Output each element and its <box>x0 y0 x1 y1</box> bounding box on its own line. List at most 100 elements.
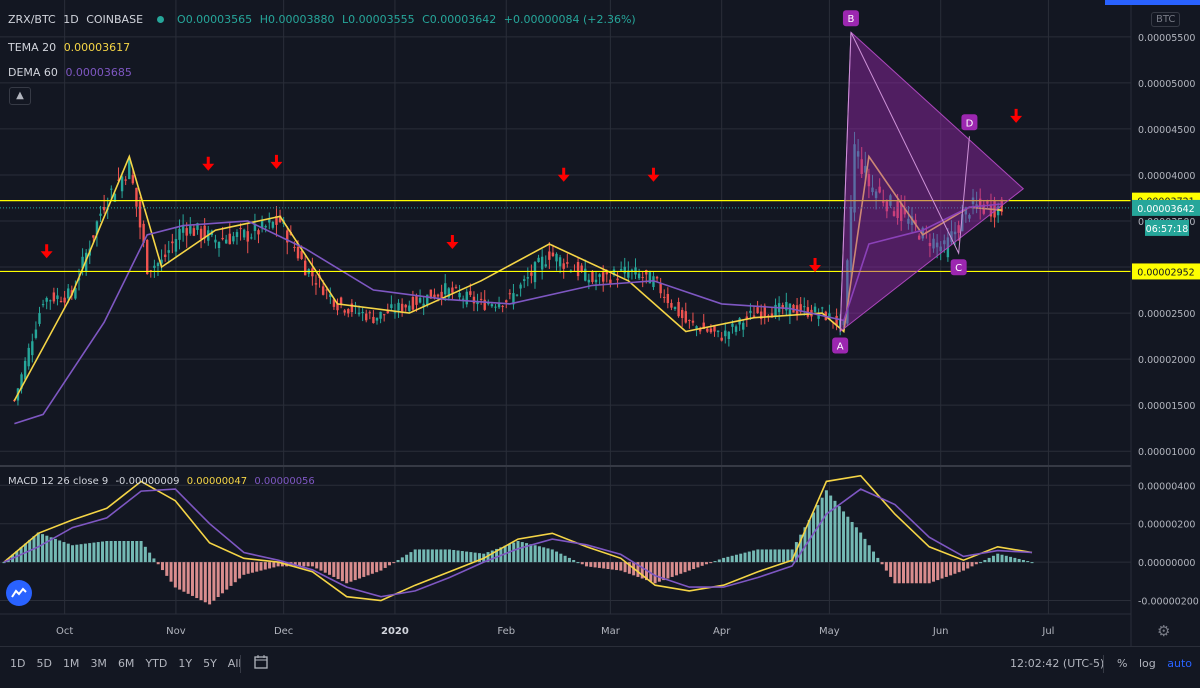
point-label: C <box>955 263 962 274</box>
candle-body <box>27 347 30 367</box>
time-tick-label: Apr <box>713 626 731 637</box>
range-button-5d[interactable]: 5D <box>36 657 51 670</box>
macd-hist-bar <box>936 562 940 581</box>
candle-body <box>314 283 318 285</box>
abcd-pattern[interactable]: A B C D <box>832 10 1025 354</box>
macd-hist-bar <box>653 562 657 584</box>
macd-hist-bar <box>537 546 541 563</box>
macd-hist-bar <box>306 562 310 567</box>
macd-hist-bar <box>957 562 961 573</box>
macd-hist-bar <box>743 552 747 563</box>
macd-hist-bar <box>233 562 237 583</box>
macd-hist-bar <box>867 545 871 563</box>
dema-legend[interactable]: DEMA 60 0.00003685 <box>8 66 136 79</box>
candle-body <box>551 252 555 257</box>
candle-body <box>724 330 727 337</box>
candle-body <box>120 176 124 192</box>
time-axis: Oct Nov Dec 2020 Feb Mar Apr May Jun Jul <box>0 613 1131 637</box>
macd-hist-bar <box>340 562 344 582</box>
range-button-1d[interactable]: 1D <box>10 657 25 670</box>
bottom-toolbar: 1D 5D 1M 3M 6M YTD 1Y 5Y All 12:02:42 (UTC-5) % … <box>0 646 1200 683</box>
candle-body <box>623 266 626 274</box>
macd-legend[interactable]: MACD 12 26 close 9 -0.00000009 0.0000004… <box>8 476 319 487</box>
candle-body <box>645 269 648 275</box>
auto-toggle[interactable]: auto <box>1167 657 1192 670</box>
range-button-5y[interactable]: 5Y <box>203 657 217 670</box>
macd-hist-bar <box>777 549 781 563</box>
ohlc-open: O0.00003565 <box>177 13 253 26</box>
macd-hist-bar <box>756 549 760 563</box>
candle-body <box>138 201 142 228</box>
macd-hist-bar <box>101 541 105 563</box>
candle-body <box>189 225 192 234</box>
candle-body <box>641 277 644 279</box>
candle-body <box>268 219 271 223</box>
candle-body <box>239 228 242 230</box>
macd-hist-bar <box>255 562 259 572</box>
macd-hist-bar <box>156 562 160 565</box>
candle-body <box>271 221 275 228</box>
macd-hist-bar <box>889 562 893 577</box>
range-button-3m[interactable]: 3M <box>90 657 107 670</box>
macd-hist-bar <box>263 562 267 570</box>
macd-hist-bar <box>902 562 905 584</box>
gear-icon[interactable]: ⚙ <box>1157 622 1170 640</box>
candle-body <box>56 295 59 299</box>
tema-legend[interactable]: TEMA 20 0.00003617 <box>8 41 134 54</box>
range-button-ytd[interactable]: YTD <box>145 657 167 670</box>
macd-hist-bar <box>533 545 537 563</box>
symbol-name[interactable]: ZRX/BTC <box>8 13 56 26</box>
calendar-icon[interactable] <box>253 654 269 673</box>
macd-hist-bar <box>704 562 708 565</box>
macd-hist-bar <box>696 562 700 568</box>
candle-body <box>519 284 522 289</box>
currency-badge[interactable]: BTC <box>1151 12 1181 27</box>
candle-body <box>619 269 623 271</box>
candle-body <box>397 302 400 311</box>
macd-hist-bar <box>370 562 374 574</box>
price-tick-label: 0.00004500 <box>1138 125 1195 136</box>
macd-hist-bar <box>315 562 319 569</box>
candle-body <box>587 279 591 283</box>
macd-hist-bar <box>563 555 567 563</box>
macd-hist-bar <box>730 555 734 563</box>
range-button-1y[interactable]: 1Y <box>178 657 192 670</box>
tradingview-logo-icon[interactable] <box>6 580 32 606</box>
collapse-legend-button[interactable]: ▲ <box>9 87 31 105</box>
macd-hist-bar <box>165 562 169 576</box>
candle-body <box>666 294 670 304</box>
chart-canvas[interactable]: ABCD 0.000055000.000050000.000045000.000… <box>0 0 1200 688</box>
candle-body <box>821 307 824 309</box>
macd-hist-bar <box>152 558 156 563</box>
candle-body <box>688 319 691 321</box>
candle-body <box>469 291 472 295</box>
range-button-6m[interactable]: 6M <box>118 657 135 670</box>
log-toggle[interactable]: log <box>1139 657 1156 670</box>
candle-body <box>494 306 497 308</box>
interval[interactable]: 1D <box>63 13 78 26</box>
candle-body <box>677 301 680 317</box>
candle-body <box>752 315 756 317</box>
macd-hist-bar <box>953 562 957 574</box>
macd-hist-bar <box>987 557 991 563</box>
candle-body <box>128 159 131 180</box>
macd-hist-bar <box>1013 557 1017 563</box>
macd-hist-bar <box>323 562 327 573</box>
candle-body <box>225 239 228 244</box>
clock[interactable]: 12:02:42 (UTC-5) <box>1010 657 1104 670</box>
candle-body <box>192 228 196 236</box>
candle-body <box>716 330 720 333</box>
macd-hist-bar <box>186 562 190 594</box>
candle-body <box>185 228 188 236</box>
macd-hist-bar <box>225 562 229 590</box>
percent-toggle[interactable]: % <box>1117 657 1127 670</box>
range-button-1m[interactable]: 1M <box>63 657 80 670</box>
macd-hist-bar <box>970 562 974 567</box>
macd-hist-bar <box>580 562 584 565</box>
macd-hist-bar <box>92 542 96 563</box>
candle-body <box>734 326 738 332</box>
macd-hist-bar <box>666 562 670 579</box>
macd-hist-bar <box>520 542 524 563</box>
macd-hist-bar <box>336 562 340 580</box>
macd-hist-bar <box>396 560 400 563</box>
